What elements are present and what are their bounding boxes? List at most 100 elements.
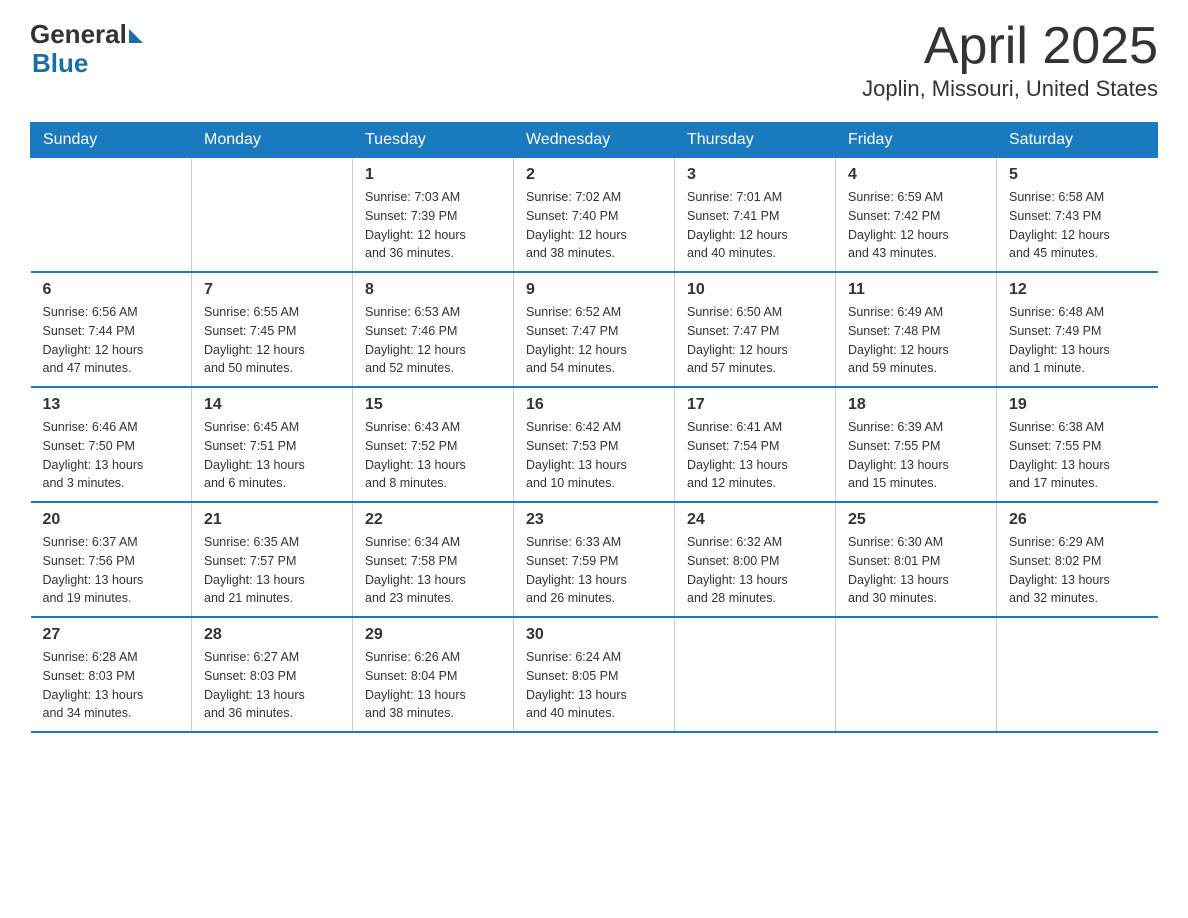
- day-number: 6: [43, 281, 180, 299]
- calendar-cell: 21Sunrise: 6:35 AM Sunset: 7:57 PM Dayli…: [192, 502, 353, 617]
- day-info: Sunrise: 6:32 AM Sunset: 8:00 PM Dayligh…: [687, 533, 823, 608]
- day-info: Sunrise: 7:03 AM Sunset: 7:39 PM Dayligh…: [365, 188, 501, 263]
- calendar-cell: 19Sunrise: 6:38 AM Sunset: 7:55 PM Dayli…: [997, 387, 1158, 502]
- day-info: Sunrise: 6:56 AM Sunset: 7:44 PM Dayligh…: [43, 303, 180, 378]
- day-number: 5: [1009, 166, 1146, 184]
- title-section: April 2025 Joplin, Missouri, United Stat…: [862, 20, 1158, 102]
- day-number: 10: [687, 281, 823, 299]
- day-number: 11: [848, 281, 984, 299]
- calendar-cell: 1 Sunrise: 7:03 AM Sunset: 7:39 PM Daylig…: [353, 158, 514, 273]
- calendar-cell: 26 Sunrise: 6:29 AM Sunset: 8:02 PM Dayli…: [997, 502, 1158, 617]
- header-day-wednesday: Wednesday: [514, 123, 675, 158]
- calendar-cell: 4 Sunrise: 6:59 AM Sunset: 7:42 PM Daylig…: [836, 158, 997, 273]
- day-number: 23: [526, 511, 662, 529]
- header-day-sunday: Sunday: [31, 123, 192, 158]
- day-info: Sunrise: 6:42 AM Sunset: 7:53 PM Dayligh…: [526, 418, 662, 493]
- header-row: SundayMondayTuesdayWednesdayThursdayFrid…: [31, 123, 1158, 158]
- day-info: Sunrise: 6:27 AM Sunset: 8:03 PM Dayligh…: [204, 648, 340, 723]
- calendar-cell: 23 Sunrise: 6:33 AM Sunset: 7:59 PM Dayli…: [514, 502, 675, 617]
- calendar-cell: 20 Sunrise: 6:37 AM Sunset: 7:56 PM Dayli…: [31, 502, 192, 617]
- calendar-cell: 17 Sunrise: 6:41 AM Sunset: 7:54 PM Dayli…: [675, 387, 836, 502]
- header-day-friday: Friday: [836, 123, 997, 158]
- calendar-header: SundayMondayTuesdayWednesdayThursdayFrid…: [31, 123, 1158, 158]
- calendar-week-2: 6 Sunrise: 6:56 AM Sunset: 7:44 PM Daylig…: [31, 272, 1158, 387]
- day-info: Sunrise: 6:45 AM Sunset: 7:51 PM Dayligh…: [204, 418, 340, 493]
- day-info: Sunrise: 6:34 AM Sunset: 7:58 PM Dayligh…: [365, 533, 501, 608]
- day-number: 2: [526, 166, 662, 184]
- calendar-cell: 5Sunrise: 6:58 AM Sunset: 7:43 PM Daylig…: [997, 158, 1158, 273]
- day-number: 8: [365, 281, 501, 299]
- day-number: 4: [848, 166, 984, 184]
- calendar-cell: 25 Sunrise: 6:30 AM Sunset: 8:01 PM Dayli…: [836, 502, 997, 617]
- calendar-week-3: 13 Sunrise: 6:46 AM Sunset: 7:50 PM Dayli…: [31, 387, 1158, 502]
- day-info: Sunrise: 6:26 AM Sunset: 8:04 PM Dayligh…: [365, 648, 501, 723]
- day-info: Sunrise: 6:33 AM Sunset: 7:59 PM Dayligh…: [526, 533, 662, 608]
- month-title: April 2025: [862, 20, 1158, 72]
- day-info: Sunrise: 6:59 AM Sunset: 7:42 PM Dayligh…: [848, 188, 984, 263]
- day-number: 9: [526, 281, 662, 299]
- calendar-week-4: 20 Sunrise: 6:37 AM Sunset: 7:56 PM Dayli…: [31, 502, 1158, 617]
- day-info: Sunrise: 6:48 AM Sunset: 7:49 PM Dayligh…: [1009, 303, 1146, 378]
- calendar-cell: 7 Sunrise: 6:55 AM Sunset: 7:45 PM Daylig…: [192, 272, 353, 387]
- day-number: 22: [365, 511, 501, 529]
- calendar-cell: 11 Sunrise: 6:49 AM Sunset: 7:48 PM Dayli…: [836, 272, 997, 387]
- logo-arrow-icon: [129, 29, 143, 43]
- day-info: Sunrise: 6:24 AM Sunset: 8:05 PM Dayligh…: [526, 648, 662, 723]
- calendar-cell: 12 Sunrise: 6:48 AM Sunset: 7:49 PM Dayli…: [997, 272, 1158, 387]
- day-info: Sunrise: 6:30 AM Sunset: 8:01 PM Dayligh…: [848, 533, 984, 608]
- day-info: Sunrise: 6:52 AM Sunset: 7:47 PM Dayligh…: [526, 303, 662, 378]
- day-number: 20: [43, 511, 180, 529]
- day-number: 25: [848, 511, 984, 529]
- day-info: Sunrise: 6:49 AM Sunset: 7:48 PM Dayligh…: [848, 303, 984, 378]
- calendar-cell: 22 Sunrise: 6:34 AM Sunset: 7:58 PM Dayli…: [353, 502, 514, 617]
- calendar-cell: 18 Sunrise: 6:39 AM Sunset: 7:55 PM Dayli…: [836, 387, 997, 502]
- day-info: Sunrise: 6:55 AM Sunset: 7:45 PM Dayligh…: [204, 303, 340, 378]
- calendar-week-1: 1 Sunrise: 7:03 AM Sunset: 7:39 PM Daylig…: [31, 158, 1158, 273]
- day-number: 15: [365, 396, 501, 414]
- header-day-thursday: Thursday: [675, 123, 836, 158]
- calendar-table: SundayMondayTuesdayWednesdayThursdayFrid…: [30, 122, 1158, 733]
- calendar-cell: [836, 617, 997, 732]
- day-number: 16: [526, 396, 662, 414]
- calendar-cell: 2Sunrise: 7:02 AM Sunset: 7:40 PM Daylig…: [514, 158, 675, 273]
- day-info: Sunrise: 6:41 AM Sunset: 7:54 PM Dayligh…: [687, 418, 823, 493]
- calendar-cell: 10 Sunrise: 6:50 AM Sunset: 7:47 PM Dayli…: [675, 272, 836, 387]
- day-info: Sunrise: 6:43 AM Sunset: 7:52 PM Dayligh…: [365, 418, 501, 493]
- day-info: Sunrise: 6:53 AM Sunset: 7:46 PM Dayligh…: [365, 303, 501, 378]
- calendar-cell: 15 Sunrise: 6:43 AM Sunset: 7:52 PM Dayli…: [353, 387, 514, 502]
- calendar-cell: 24Sunrise: 6:32 AM Sunset: 8:00 PM Dayli…: [675, 502, 836, 617]
- day-number: 3: [687, 166, 823, 184]
- day-info: Sunrise: 6:29 AM Sunset: 8:02 PM Dayligh…: [1009, 533, 1146, 608]
- day-info: Sunrise: 6:37 AM Sunset: 7:56 PM Dayligh…: [43, 533, 180, 608]
- day-info: Sunrise: 6:50 AM Sunset: 7:47 PM Dayligh…: [687, 303, 823, 378]
- day-number: 30: [526, 626, 662, 644]
- calendar-cell: [192, 158, 353, 273]
- calendar-cell: 28 Sunrise: 6:27 AM Sunset: 8:03 PM Dayli…: [192, 617, 353, 732]
- day-info: Sunrise: 6:28 AM Sunset: 8:03 PM Dayligh…: [43, 648, 180, 723]
- day-info: Sunrise: 6:46 AM Sunset: 7:50 PM Dayligh…: [43, 418, 180, 493]
- calendar-cell: 27 Sunrise: 6:28 AM Sunset: 8:03 PM Dayli…: [31, 617, 192, 732]
- day-number: 26: [1009, 511, 1146, 529]
- day-number: 13: [43, 396, 180, 414]
- day-number: 1: [365, 166, 501, 184]
- location-text: Joplin, Missouri, United States: [862, 76, 1158, 102]
- page-header: General Blue April 2025 Joplin, Missouri…: [30, 20, 1158, 102]
- calendar-cell: 30 Sunrise: 6:24 AM Sunset: 8:05 PM Dayli…: [514, 617, 675, 732]
- calendar-week-5: 27 Sunrise: 6:28 AM Sunset: 8:03 PM Dayli…: [31, 617, 1158, 732]
- day-number: 18: [848, 396, 984, 414]
- day-info: Sunrise: 7:01 AM Sunset: 7:41 PM Dayligh…: [687, 188, 823, 263]
- calendar-cell: [31, 158, 192, 273]
- day-number: 17: [687, 396, 823, 414]
- day-number: 29: [365, 626, 501, 644]
- day-info: Sunrise: 6:39 AM Sunset: 7:55 PM Dayligh…: [848, 418, 984, 493]
- day-number: 28: [204, 626, 340, 644]
- day-number: 7: [204, 281, 340, 299]
- day-number: 14: [204, 396, 340, 414]
- day-number: 27: [43, 626, 180, 644]
- logo: General Blue: [30, 20, 143, 77]
- day-number: 12: [1009, 281, 1146, 299]
- day-info: Sunrise: 6:35 AM Sunset: 7:57 PM Dayligh…: [204, 533, 340, 608]
- header-day-monday: Monday: [192, 123, 353, 158]
- calendar-cell: 6 Sunrise: 6:56 AM Sunset: 7:44 PM Daylig…: [31, 272, 192, 387]
- header-day-saturday: Saturday: [997, 123, 1158, 158]
